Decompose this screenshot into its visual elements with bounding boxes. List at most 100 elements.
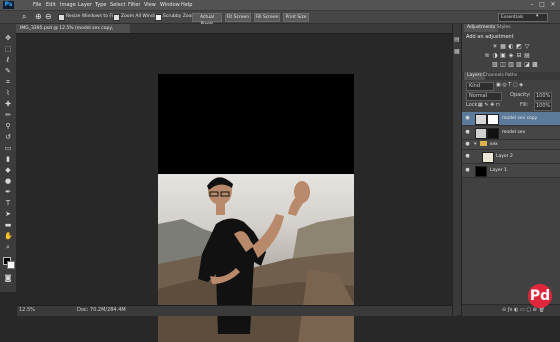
layer-name[interactable]: model sex copy <box>502 115 537 122</box>
lasso-tool-icon[interactable]: ℓ <box>4 56 12 64</box>
lock-icons[interactable]: ▦ ✎ ✥ ⊓ <box>478 102 500 109</box>
canvas-area[interactable] <box>17 34 457 342</box>
actual-pixels-button[interactable]: Actual Pixels <box>192 13 222 27</box>
status-bar: 12.5% Doc: 70.2M/284.4M <box>17 305 457 316</box>
maximize-button[interactable]: □ <box>538 1 546 8</box>
zoom-out-icon[interactable]: ⊖ <box>45 12 52 21</box>
hue-saturation-adjust-icon[interactable]: ≋ <box>484 53 490 59</box>
black-white-adjust-icon[interactable]: ▣ <box>500 53 506 59</box>
workspace-select[interactable]: Essentials <box>498 13 548 22</box>
layer-row[interactable]: ● model sex <box>462 126 560 140</box>
tab-styles[interactable]: Styles <box>494 24 514 32</box>
document-tab-bar: IMG_3395.psd @ 12.5% (model sex copy, RG… <box>16 24 456 40</box>
minimize-button[interactable]: – <box>528 1 536 8</box>
gradient-map-adjust-icon[interactable]: ▨ <box>516 62 522 68</box>
marquee-tool-icon[interactable]: ⬚ <box>4 45 12 53</box>
menu-filter[interactable]: Filter <box>128 2 140 8</box>
gradient-tool-icon[interactable]: ▮ <box>4 155 12 163</box>
brightness-adjust-icon[interactable]: ☀ <box>492 44 498 50</box>
layer-name[interactable]: Layer 2 <box>496 153 513 160</box>
quick-select-tool-icon[interactable]: ✎ <box>4 67 12 75</box>
healing-tool-icon[interactable]: ✚ <box>4 100 12 108</box>
zoom-tool-icon[interactable]: ⌕ <box>4 243 12 251</box>
selective-color-adjust-icon[interactable]: ◪ <box>524 62 530 68</box>
right-panels: Adjustments Styles Add an adjustment ☀ ▦… <box>461 24 560 316</box>
menu-file[interactable]: File <box>33 2 41 8</box>
shape-tool-icon[interactable]: ▬ <box>4 221 12 229</box>
visibility-eye-icon[interactable]: ● <box>464 115 471 122</box>
layer-group-row[interactable]: ● ▾ sex <box>462 140 560 150</box>
layer-mask-thumbnail[interactable] <box>487 114 499 125</box>
curves-adjust-icon[interactable]: ◐ <box>508 44 514 50</box>
eyedropper-tool-icon[interactable]: ⌇ <box>4 89 12 97</box>
fill-screen-button[interactable]: Fill Screen <box>254 13 280 22</box>
menu-select[interactable]: Select <box>110 2 125 8</box>
color-balance-adjust-icon[interactable]: ◑ <box>492 53 498 59</box>
layer-mask-thumbnail[interactable] <box>487 128 499 139</box>
menu-help[interactable]: Help <box>181 2 192 8</box>
quick-mask-icon[interactable]: ◙ <box>4 274 12 282</box>
layer-name[interactable]: model sex <box>502 129 525 136</box>
vibrance-adjust-icon[interactable]: ▽ <box>524 44 530 50</box>
document-tab[interactable]: IMG_3395.psd @ 12.5% (model sex copy, RG… <box>16 24 130 40</box>
hand-tool-icon[interactable]: ✋ <box>4 232 13 240</box>
dodge-tool-icon[interactable]: ● <box>4 177 12 185</box>
move-tool-icon[interactable]: ✥ <box>4 34 12 42</box>
fill-input[interactable]: 100% <box>534 102 552 111</box>
blend-mode-select[interactable]: Normal <box>466 92 502 101</box>
layer-row[interactable]: ● Layer 1 <box>462 164 560 178</box>
path-select-tool-icon[interactable]: ➤ <box>4 210 12 218</box>
print-size-button[interactable]: Print Size <box>283 13 309 22</box>
extra-adjust-icon[interactable]: ▩ <box>532 62 538 68</box>
opacity-input[interactable]: 100% <box>534 92 552 101</box>
scrubby-zoom-checkbox[interactable] <box>155 14 162 21</box>
layer-row[interactable]: ● Layer 2 <box>462 150 560 164</box>
chevron-down-icon[interactable]: ▾ <box>474 141 477 148</box>
menu-layer[interactable]: Layer <box>78 2 92 8</box>
clone-stamp-tool-icon[interactable]: ⚲ <box>4 122 12 130</box>
visibility-eye-icon[interactable]: ● <box>464 129 471 136</box>
filter-icons[interactable]: ▣ ◎ T ▢ ◈ <box>496 82 523 89</box>
color-lookup-adjust-icon[interactable]: ▤ <box>524 53 530 59</box>
resize-windows-checkbox[interactable] <box>58 14 65 21</box>
menu-type[interactable]: Type <box>95 2 106 8</box>
document-canvas[interactable] <box>158 74 354 342</box>
threshold-adjust-icon[interactable]: ▥ <box>508 62 514 68</box>
background-color-swatch[interactable] <box>7 261 15 269</box>
zoom-level[interactable]: 12.5% <box>19 307 35 314</box>
visibility-eye-icon[interactable]: ● <box>464 167 471 174</box>
layer-actions-icons[interactable]: ⊝ ƒx ◐ ▭ ▢ ⊕ 🗑 <box>502 307 545 314</box>
crop-tool-icon[interactable]: ⌗ <box>4 78 12 86</box>
layer-name[interactable]: sex <box>490 141 498 148</box>
properties-icon[interactable]: ▦ <box>454 48 460 55</box>
eraser-tool-icon[interactable]: ▭ <box>4 144 12 152</box>
tab-paths[interactable]: Paths <box>502 72 520 80</box>
menu-view[interactable]: View <box>144 2 156 8</box>
visibility-eye-icon[interactable]: ● <box>464 141 471 148</box>
history-icon[interactable]: ▤ <box>454 36 460 43</box>
channel-mixer-adjust-icon[interactable]: ⊟ <box>516 53 522 59</box>
photo-filter-adjust-icon[interactable]: ◈ <box>508 53 514 59</box>
type-tool-icon[interactable]: T <box>4 199 12 207</box>
layer-name[interactable]: Layer 1 <box>490 167 507 174</box>
zoom-tool-icon[interactable]: ⌕ <box>22 12 26 22</box>
history-brush-tool-icon[interactable]: ↺ <box>4 133 12 141</box>
layer-row[interactable]: ● model sex copy <box>462 112 560 126</box>
brush-tool-icon[interactable]: ✏ <box>4 111 12 119</box>
menu-window[interactable]: Window <box>160 2 180 8</box>
chevron-down-icon[interactable]: ▾ <box>536 13 539 19</box>
zoom-in-icon[interactable]: ⊕ <box>35 12 42 21</box>
fit-screen-button[interactable]: Fit Screen <box>225 13 251 22</box>
menu-edit[interactable]: Edit <box>46 2 56 8</box>
kind-filter-select[interactable]: Kind <box>466 82 494 91</box>
menu-image[interactable]: Image <box>60 2 76 8</box>
pen-tool-icon[interactable]: ✒ <box>4 188 12 196</box>
invert-adjust-icon[interactable]: ▧ <box>492 62 498 68</box>
close-button[interactable]: ✕ <box>549 1 557 8</box>
levels-adjust-icon[interactable]: ▦ <box>500 44 506 50</box>
exposure-adjust-icon[interactable]: ◩ <box>516 44 522 50</box>
posterize-adjust-icon[interactable]: ◫ <box>500 62 506 68</box>
blur-tool-icon[interactable]: ◆ <box>4 166 12 174</box>
visibility-eye-icon[interactable]: ● <box>464 153 471 160</box>
zoom-all-windows-checkbox[interactable] <box>113 14 120 21</box>
